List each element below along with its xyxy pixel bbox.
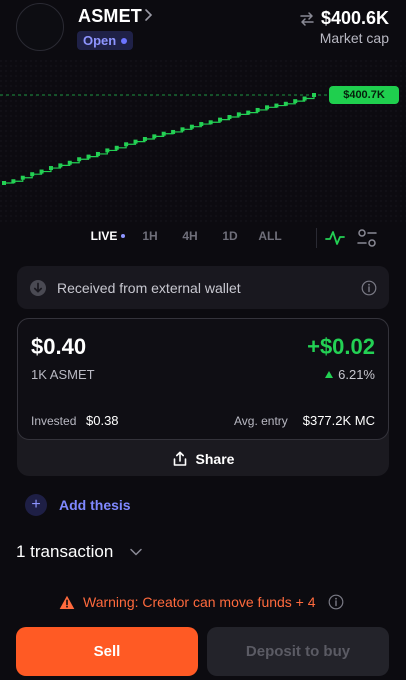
info-icon[interactable] [361, 280, 377, 296]
chart-point [142, 137, 147, 141]
timeframe-selector: LIVE 1H 4H 1D ALL [86, 229, 290, 243]
market-cap[interactable]: $400.6K [299, 8, 389, 29]
chart-point [114, 145, 119, 150]
tab-1h[interactable]: 1H [130, 229, 170, 243]
sell-button[interactable]: Sell [16, 627, 198, 676]
chart-point [246, 110, 251, 115]
chart-point [30, 172, 35, 177]
market-cap-label: Market cap [319, 30, 389, 46]
pct-change: 6.21% [325, 367, 375, 382]
chart-point [255, 107, 260, 112]
chart-point [189, 124, 194, 129]
status-dot [121, 37, 128, 44]
chart-price-badge: $400.7K [329, 86, 399, 104]
swap-icon[interactable] [299, 11, 315, 27]
token-avatar [16, 3, 64, 51]
avg-entry-value: $377.2K MC [302, 413, 375, 428]
holding-amount: 1K ASMET [31, 367, 95, 382]
chevron-down-icon[interactable] [129, 546, 143, 558]
toggle-icon[interactable] [357, 229, 377, 247]
chart-point [58, 163, 63, 168]
triangle-up-icon [325, 371, 334, 378]
token-name[interactable]: ASMET [78, 6, 142, 27]
position-pnl: +$0.02 [307, 334, 375, 359]
tab-live[interactable]: LIVE [86, 229, 130, 243]
position-value: $0.40 [31, 334, 87, 359]
chart-point [124, 142, 129, 147]
chart-point [302, 96, 307, 101]
chevron-right-icon[interactable] [141, 8, 155, 22]
status-label: Open [83, 33, 117, 48]
chart-point [227, 115, 232, 119]
chart-point [171, 129, 176, 134]
chart-point [20, 175, 25, 180]
chart-point [152, 134, 157, 139]
chart-point [67, 160, 72, 165]
chart-point [133, 139, 138, 144]
creator-warning[interactable]: Warning: Creator can move funds + 4 [59, 594, 344, 610]
chart-point [293, 99, 298, 104]
invested-value: $0.38 [86, 413, 119, 428]
received-banner[interactable]: Received from external wallet [17, 266, 389, 309]
chart-point [283, 101, 288, 106]
live-dot [121, 234, 126, 238]
info-icon[interactable] [328, 594, 344, 610]
chart-point [11, 179, 16, 184]
plus-icon[interactable]: + [25, 494, 47, 516]
tab-live-label: LIVE [90, 229, 118, 243]
chart-point [48, 166, 53, 171]
transactions-toggle[interactable]: 1 transaction [16, 542, 113, 562]
received-text: Received from external wallet [57, 279, 241, 296]
tab-1d[interactable]: 1D [210, 229, 250, 243]
chart-point [161, 131, 166, 136]
chart-point [312, 93, 316, 97]
share-button[interactable]: Share [17, 441, 389, 476]
status-badge: Open [77, 31, 134, 50]
deposit-to-buy-button[interactable]: Deposit to buy [207, 627, 389, 676]
chart-point [265, 105, 270, 110]
pulse-icon[interactable] [325, 228, 345, 248]
avg-entry-label: Avg. entry [234, 414, 288, 428]
share-icon [173, 451, 186, 466]
chart-point [39, 169, 44, 174]
warning-icon [59, 595, 75, 609]
chart-point [86, 154, 91, 159]
share-label: Share [195, 450, 235, 467]
chart-point [2, 181, 6, 185]
chart-point [218, 117, 223, 122]
invested-label: Invested [31, 414, 77, 428]
chart-point [180, 127, 185, 132]
add-thesis-button[interactable]: Add thesis [59, 497, 131, 513]
chart-point [199, 122, 204, 127]
price-chart[interactable] [0, 60, 406, 225]
warning-text: Warning: Creator can move funds + 4 [83, 594, 316, 610]
chart-point [105, 148, 110, 153]
pct-change-value: 6.21% [338, 367, 375, 382]
arrow-down-circle-icon [30, 279, 46, 296]
chart-point [95, 151, 100, 156]
market-cap-value: $400.6K [320, 8, 389, 28]
tab-all[interactable]: ALL [250, 229, 290, 243]
chart-point [236, 112, 241, 117]
tab-4h[interactable]: 4H [170, 229, 210, 243]
chart-point [208, 120, 213, 125]
divider [316, 228, 317, 248]
chart-point [77, 157, 82, 162]
chart-point [274, 103, 279, 108]
